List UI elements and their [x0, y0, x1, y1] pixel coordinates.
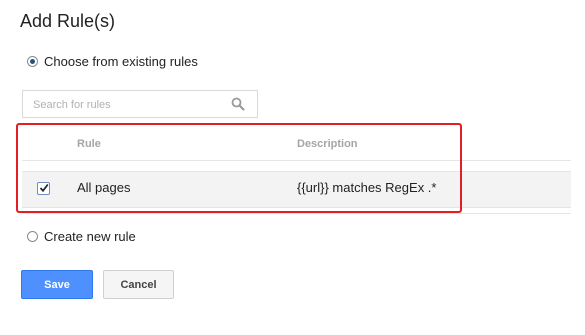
existing-rules-label: Choose from existing rules: [44, 54, 198, 69]
table-divider: [22, 213, 571, 214]
search-input[interactable]: [33, 97, 223, 113]
new-rule-label: Create new rule: [44, 229, 136, 244]
cancel-button[interactable]: Cancel: [103, 270, 174, 299]
highlight-box: [16, 123, 462, 213]
existing-rules-radio[interactable]: [27, 56, 38, 67]
save-button[interactable]: Save: [21, 270, 93, 299]
existing-rules-option[interactable]: Choose from existing rules: [27, 54, 198, 69]
search-icon[interactable]: [231, 97, 245, 111]
rule-search-box[interactable]: [22, 90, 258, 118]
new-rule-radio[interactable]: [27, 231, 38, 242]
new-rule-option[interactable]: Create new rule: [27, 229, 136, 244]
dialog-title: Add Rule(s): [20, 11, 116, 31]
